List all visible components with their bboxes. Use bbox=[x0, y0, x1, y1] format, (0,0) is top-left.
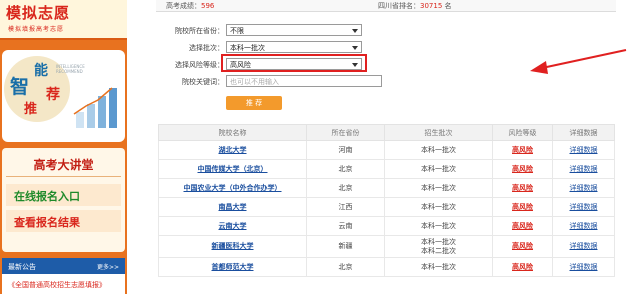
risk-link[interactable]: 高风险 bbox=[492, 197, 553, 217]
table-row: 南昌大学 江西 本科一批次 高风险 详细数据 bbox=[158, 197, 615, 217]
score-info: 高考成绩：596 bbox=[166, 1, 214, 11]
risk-link[interactable]: 高风险 bbox=[492, 216, 553, 236]
batch-line-2: 本科二批次 bbox=[421, 246, 456, 255]
detail-link[interactable]: 详细数据 bbox=[552, 235, 615, 258]
header-batch: 招生批次 bbox=[384, 124, 493, 141]
online-signup-link[interactable]: 在线报名入口 bbox=[6, 184, 121, 206]
view-results-link[interactable]: 查看报名结果 bbox=[6, 210, 121, 232]
rank-label: 四川省排名： bbox=[378, 2, 420, 10]
recommend-button[interactable]: 推 荐 bbox=[226, 96, 282, 110]
batch-label: 选择批次： bbox=[189, 44, 224, 52]
notice-item[interactable]: 《全国普通高校招生志愿填报》 bbox=[8, 280, 106, 290]
keyword-label: 院校关键词： bbox=[182, 78, 224, 86]
keyword-input[interactable]: 也可以不用输入 bbox=[226, 75, 382, 87]
batch-cell: 本科一批次 bbox=[384, 159, 493, 179]
batch-cell: 本科一批次 bbox=[384, 257, 493, 277]
table-row: 湖北大学 河南 本科一批次 高风险 详细数据 bbox=[158, 140, 615, 160]
notice-title: 最新公告 bbox=[8, 263, 36, 271]
detail-link[interactable]: 详细数据 bbox=[552, 197, 615, 217]
school-link[interactable]: 中国传媒大学（北京） bbox=[158, 159, 307, 179]
province-cell: 云南 bbox=[306, 216, 385, 236]
table-row: 云南大学 云南 本科一批次 高风险 详细数据 bbox=[158, 216, 615, 236]
school-link[interactable]: 新疆医科大学 bbox=[158, 235, 307, 258]
batch-cell: 本科一批次 bbox=[384, 140, 493, 160]
score-label: 高考成绩： bbox=[166, 2, 201, 10]
table-row: 中国农业大学（中外合作办学） 北京 本科一批次 高风险 详细数据 bbox=[158, 178, 615, 198]
lecture-panel: 高考大讲堂 在线报名入口 查看报名结果 bbox=[2, 148, 125, 252]
province-select[interactable]: 不限 bbox=[226, 24, 362, 36]
logo-subtitle: 模拟填报高考志愿 bbox=[8, 26, 65, 33]
notice-panel: 最新公告 更多>> 《全国普通高校招生志愿填报》 bbox=[2, 258, 125, 294]
detail-link[interactable]: 详细数据 bbox=[552, 178, 615, 198]
banner-char-jian: 荐 bbox=[46, 87, 60, 103]
risk-link[interactable]: 高风险 bbox=[492, 159, 553, 179]
detail-link[interactable]: 详细数据 bbox=[552, 257, 615, 277]
divider bbox=[6, 176, 121, 177]
notice-header: 最新公告 更多>> bbox=[2, 258, 125, 274]
risk-link[interactable]: 高风险 bbox=[492, 257, 553, 277]
header-detail: 详细数据 bbox=[552, 124, 615, 141]
province-cell: 河南 bbox=[306, 140, 385, 160]
results-table: 院校名称 所在省份 招生批次 风险等级 详细数据 湖北大学 河南 本科一批次 高… bbox=[158, 124, 615, 277]
province-cell: 江西 bbox=[306, 197, 385, 217]
banner-char-zhi: 智 bbox=[10, 76, 30, 98]
province-cell: 新疆 bbox=[306, 235, 385, 258]
province-value: 不限 bbox=[230, 27, 244, 35]
batch-cell: 本科一批次 本科二批次 bbox=[384, 235, 493, 258]
logo-banner[interactable]: 模拟志愿 模拟填报高考志愿 bbox=[0, 0, 127, 40]
school-link[interactable]: 中国农业大学（中外合作办学） bbox=[158, 178, 307, 198]
batch-cell: 本科一批次 bbox=[384, 216, 493, 236]
logo-title: 模拟志愿 bbox=[6, 4, 71, 22]
table-row: 新疆医科大学 新疆 本科一批次 本科二批次 高风险 详细数据 bbox=[158, 235, 615, 258]
annotation-arrow-icon bbox=[530, 49, 627, 74]
province-cell: 北京 bbox=[306, 159, 385, 179]
banner-char-neng: 能 bbox=[34, 63, 48, 79]
notice-more-link[interactable]: 更多>> bbox=[97, 262, 119, 271]
school-link[interactable]: 首都师范大学 bbox=[158, 257, 307, 277]
chevron-down-icon bbox=[352, 46, 358, 50]
left-sidebar: 模拟志愿 模拟填报高考志愿 智 能 荐 推 INTELLIGENCE RECOM… bbox=[0, 0, 127, 294]
header-province: 所在省份 bbox=[306, 124, 385, 141]
batch-cell: 本科一批次 bbox=[384, 178, 493, 198]
detail-link[interactable]: 详细数据 bbox=[552, 140, 615, 160]
risk-label: 选择风险等级： bbox=[175, 61, 224, 69]
table-row: 首都师范大学 北京 本科一批次 高风险 详细数据 bbox=[158, 257, 615, 277]
score-value: 596 bbox=[201, 2, 215, 10]
banner-char-tui: 推 bbox=[24, 102, 38, 117]
province-label: 院校所在省份： bbox=[175, 27, 224, 35]
bar-chart-icon bbox=[73, 87, 117, 128]
batch-line-1: 本科一批次 bbox=[421, 237, 456, 246]
rank-info: 四川省排名：30715 名 bbox=[378, 1, 452, 11]
risk-link[interactable]: 高风险 bbox=[492, 235, 553, 258]
smart-recommend-banner[interactable]: 智 能 荐 推 INTELLIGENCE RECOMMEND bbox=[2, 50, 125, 142]
score-strip: 高考成绩：596 四川省排名：30715 名 bbox=[156, 0, 616, 12]
batch-cell: 本科一批次 bbox=[384, 197, 493, 217]
detail-link[interactable]: 详细数据 bbox=[552, 216, 615, 236]
header-risk: 风险等级 bbox=[492, 124, 553, 141]
lecture-title[interactable]: 高考大讲堂 bbox=[2, 156, 125, 173]
detail-link[interactable]: 详细数据 bbox=[552, 159, 615, 179]
risk-highlight-box bbox=[221, 54, 367, 72]
school-link[interactable]: 云南大学 bbox=[158, 216, 307, 236]
filter-form: 院校所在省份： 不限 选择批次： 本科一批次 选择风险等级： 高风险 院校关键词… bbox=[156, 14, 627, 114]
table-row: 中国传媒大学（北京） 北京 本科一批次 高风险 详细数据 bbox=[158, 159, 615, 179]
batch-value: 本科一批次 bbox=[230, 44, 265, 52]
rank-value: 30715 bbox=[420, 2, 443, 10]
province-cell: 北京 bbox=[306, 178, 385, 198]
school-link[interactable]: 湖北大学 bbox=[158, 140, 307, 160]
table-header-row: 院校名称 所在省份 招生批次 风险等级 详细数据 bbox=[158, 124, 615, 141]
banner-english: INTELLIGENCE RECOMMEND bbox=[56, 64, 85, 74]
school-link[interactable]: 南昌大学 bbox=[158, 197, 307, 217]
risk-link[interactable]: 高风险 bbox=[492, 178, 553, 198]
header-school: 院校名称 bbox=[158, 124, 307, 141]
province-cell: 北京 bbox=[306, 257, 385, 277]
batch-select[interactable]: 本科一批次 bbox=[226, 41, 362, 53]
risk-link[interactable]: 高风险 bbox=[492, 140, 553, 160]
chevron-down-icon bbox=[352, 29, 358, 33]
rank-unit: 名 bbox=[444, 2, 452, 10]
